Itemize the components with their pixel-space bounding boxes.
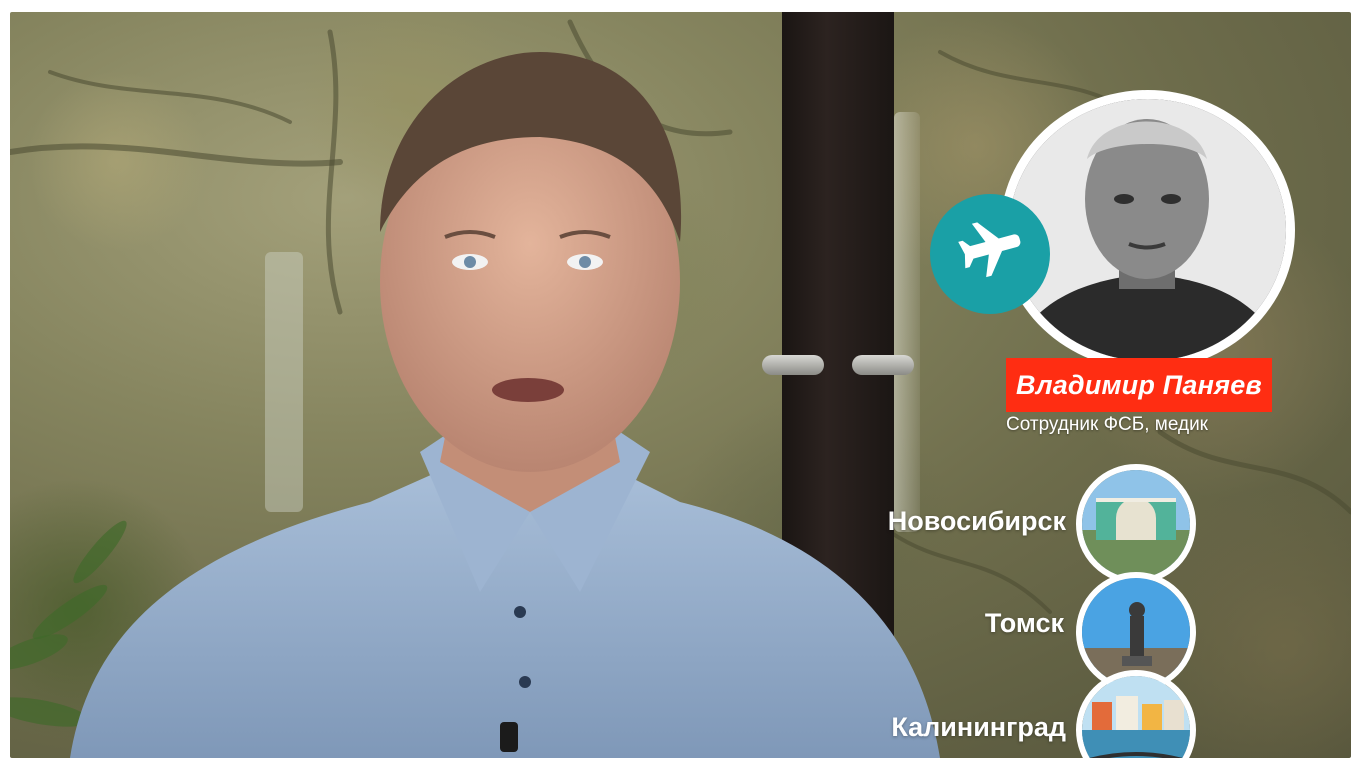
city-photo-kaliningrad-image	[1082, 676, 1190, 758]
city-label-novosibirsk: Новосибирск	[887, 506, 1066, 536]
city-label-kaliningrad: Калининград	[891, 712, 1066, 742]
suspect-name: Владимир Паняев	[1016, 369, 1262, 400]
portrait-photo	[1009, 99, 1286, 361]
video-frame: Владимир Паняев Сотрудник ФСБ, медик Нов…	[10, 12, 1351, 758]
info-overlay: Владимир Паняев Сотрудник ФСБ, медик Нов…	[10, 12, 1351, 758]
city-photo-kaliningrad	[1076, 670, 1196, 758]
airplane-icon	[958, 222, 1021, 278]
name-tag: Владимир Паняев	[1006, 358, 1272, 412]
suspect-role: Сотрудник ФСБ, медик	[1006, 414, 1208, 435]
city-photo-novosibirsk-image	[1082, 470, 1190, 578]
city-label-tomsk: Томск	[984, 608, 1064, 638]
plane-badge	[930, 194, 1050, 314]
city-photo-novosibirsk	[1076, 464, 1196, 584]
